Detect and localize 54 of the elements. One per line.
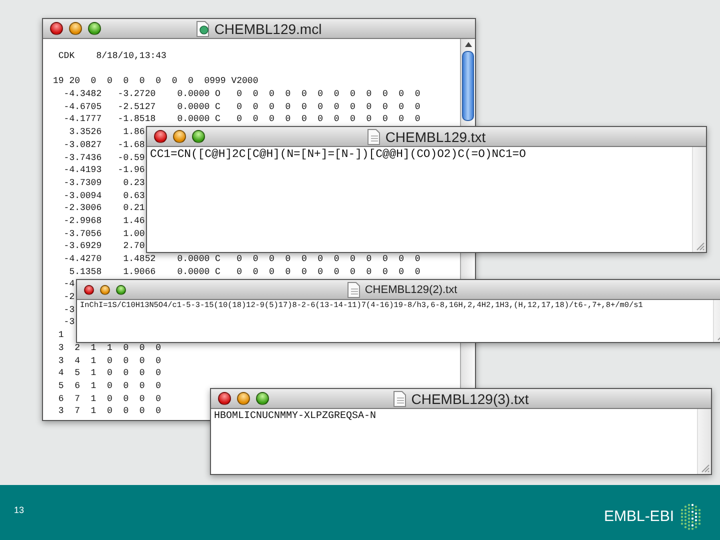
code-line: -3 — [62, 316, 75, 330]
file-text: CC1=CN([C@H]2C[C@H](N=[N+]=[N-])[C@@H](CO)O2)C(=O)NC1=O — [149, 148, 527, 163]
code-line: -3.0094 0.63 — [62, 190, 145, 202]
file-text: HBOMLICNUCNMMY-XLPZGREQSA-N — [213, 410, 378, 424]
zoom-button[interactable] — [88, 22, 101, 35]
code-line: 5 6 1 0 0 0 0 — [57, 380, 162, 393]
code-line: -4.6705 -2.5127 0.0000 C 0 0 0 0 0 0 0 0 0 0 0 0 — [62, 100, 420, 114]
minimize-button[interactable] — [237, 392, 250, 405]
window-title: CHEMBL129.txt — [385, 128, 486, 144]
document-icon — [393, 390, 406, 406]
close-button[interactable] — [154, 130, 167, 143]
code-line: -2.9968 1.46 — [62, 214, 145, 228]
code-line: -3.7309 0.23 — [62, 176, 145, 190]
close-button[interactable] — [218, 392, 231, 405]
code-line: 3 7 1 0 0 0 0 — [57, 405, 162, 418]
zoom-button[interactable] — [192, 130, 205, 143]
code-line: -4.3482 -3.2720 0.0000 O 0 0 0 0 0 0 0 0 0 0 0 0 — [62, 88, 420, 101]
code-line: 3 4 1 0 0 0 0 — [57, 354, 162, 368]
code-line: -4.1777 -1.8518 0.0000 C 0 0 0 0 0 0 0 0 0 0 0 0 — [62, 113, 420, 126]
minimize-button[interactable] — [173, 130, 186, 143]
code-line: 5.1358 1.9066 0.0000 C 0 0 0 0 0 0 0 0 0 0 0 0 — [68, 266, 420, 278]
code-line: 3.3526 1.86 — [68, 126, 145, 139]
logo-text: EMBL-EBI — [604, 508, 674, 525]
document-icon — [196, 20, 210, 36]
code-line: -2.3006 0.21 — [62, 202, 145, 215]
code-line: 3 2 1 1 0 0 0 — [57, 342, 162, 354]
code-line: -4 — [62, 278, 75, 292]
code-line: -3.0827 -1.68 — [62, 138, 145, 152]
minimize-button[interactable] — [69, 22, 82, 35]
zoom-button[interactable] — [116, 284, 126, 294]
code-line: 19 20 0 0 0 0 0 0 0 0999 V2000 — [53, 75, 258, 88]
minimize-button[interactable] — [100, 284, 110, 294]
document-icon — [346, 282, 360, 298]
code-line: -3.6929 2.70 — [62, 240, 145, 253]
document-icon — [367, 128, 380, 144]
code-line: CDK 8/18/10,13:43 — [57, 50, 166, 63]
code-line: 6 7 1 0 0 0 0 — [57, 392, 162, 406]
code-line: -2 — [62, 291, 75, 304]
window-title: CHEMBL129(3).txt — [411, 390, 529, 406]
code-line: -4.4193 -1.96 — [62, 164, 145, 177]
up-arrow-icon[interactable] — [464, 42, 472, 47]
zoom-button[interactable] — [256, 392, 269, 405]
window-title: CHEMBL129.mcl — [214, 20, 322, 36]
close-button[interactable] — [84, 284, 94, 294]
code-line: -4.4270 1.4852 0.0000 C 0 0 0 0 0 0 0 0 0 0 0 0 — [62, 253, 420, 266]
window-title: CHEMBL129(2).txt — [364, 284, 458, 296]
page-number: 13 — [14, 504, 24, 514]
code-line: -3 — [62, 304, 75, 316]
code-line: 4 5 1 0 0 0 0 — [57, 367, 162, 380]
code-line: -3.7436 -0.59 — [62, 152, 145, 164]
close-button[interactable] — [50, 22, 63, 35]
code-line: 1 — [57, 329, 64, 342]
code-line: -3.7056 1.00 — [62, 228, 145, 240]
logo-icon — [680, 502, 702, 530]
